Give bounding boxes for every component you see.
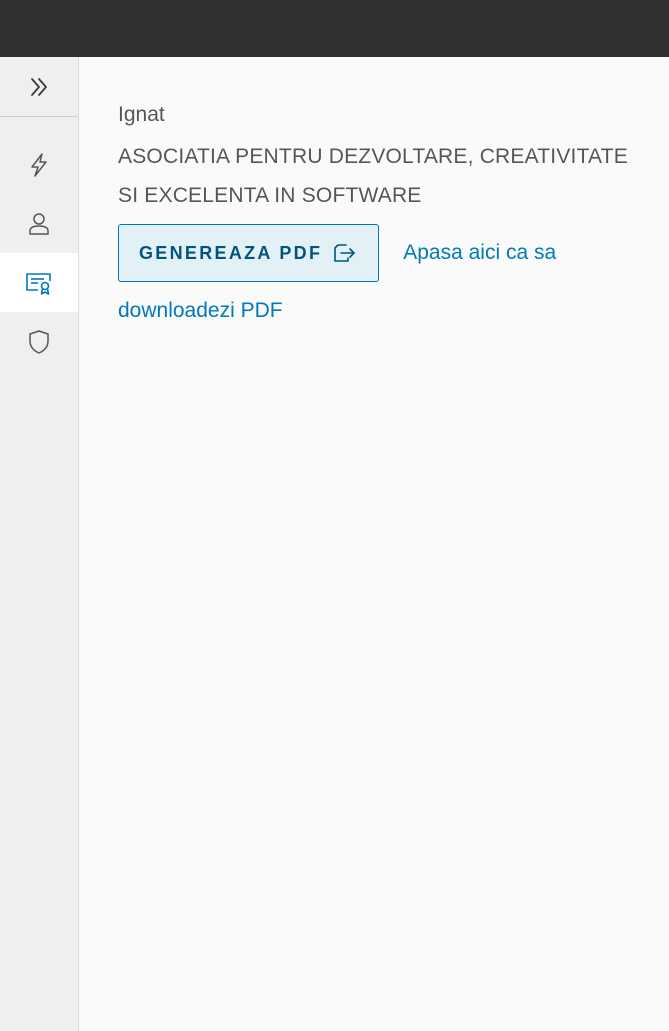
organization-name: ASOCIATIA PENTRU DEZVOLTARE, CREATIVITAT… [118, 145, 628, 207]
main-content: Ignat ASOCIATIA PENTRU DEZVOLTARE, CREAT… [79, 57, 669, 1031]
side-navigation [0, 57, 79, 1031]
shield-icon [27, 329, 51, 355]
sidebar-item-activity[interactable] [0, 135, 78, 194]
generate-pdf-label: GENEREAZA PDF [139, 242, 323, 263]
sidebar-item-security[interactable] [0, 312, 78, 371]
pdf-actions: GENEREAZA PDF Apasa aici ca sa downloade… [118, 224, 638, 340]
user-icon [27, 211, 51, 237]
lightning-icon [27, 152, 51, 178]
double-chevron-right-icon [28, 76, 50, 98]
export-icon [332, 241, 358, 265]
user-name: Ignat [118, 103, 165, 126]
top-header-bar [0, 0, 669, 57]
sidenav-list [0, 117, 78, 371]
sidebar-item-certificate[interactable] [0, 253, 78, 312]
generate-pdf-button[interactable]: GENEREAZA PDF [118, 224, 380, 282]
certificate-icon [25, 270, 53, 296]
sidenav-toggle-button[interactable] [0, 57, 78, 117]
sidebar-item-profile[interactable] [0, 194, 78, 253]
